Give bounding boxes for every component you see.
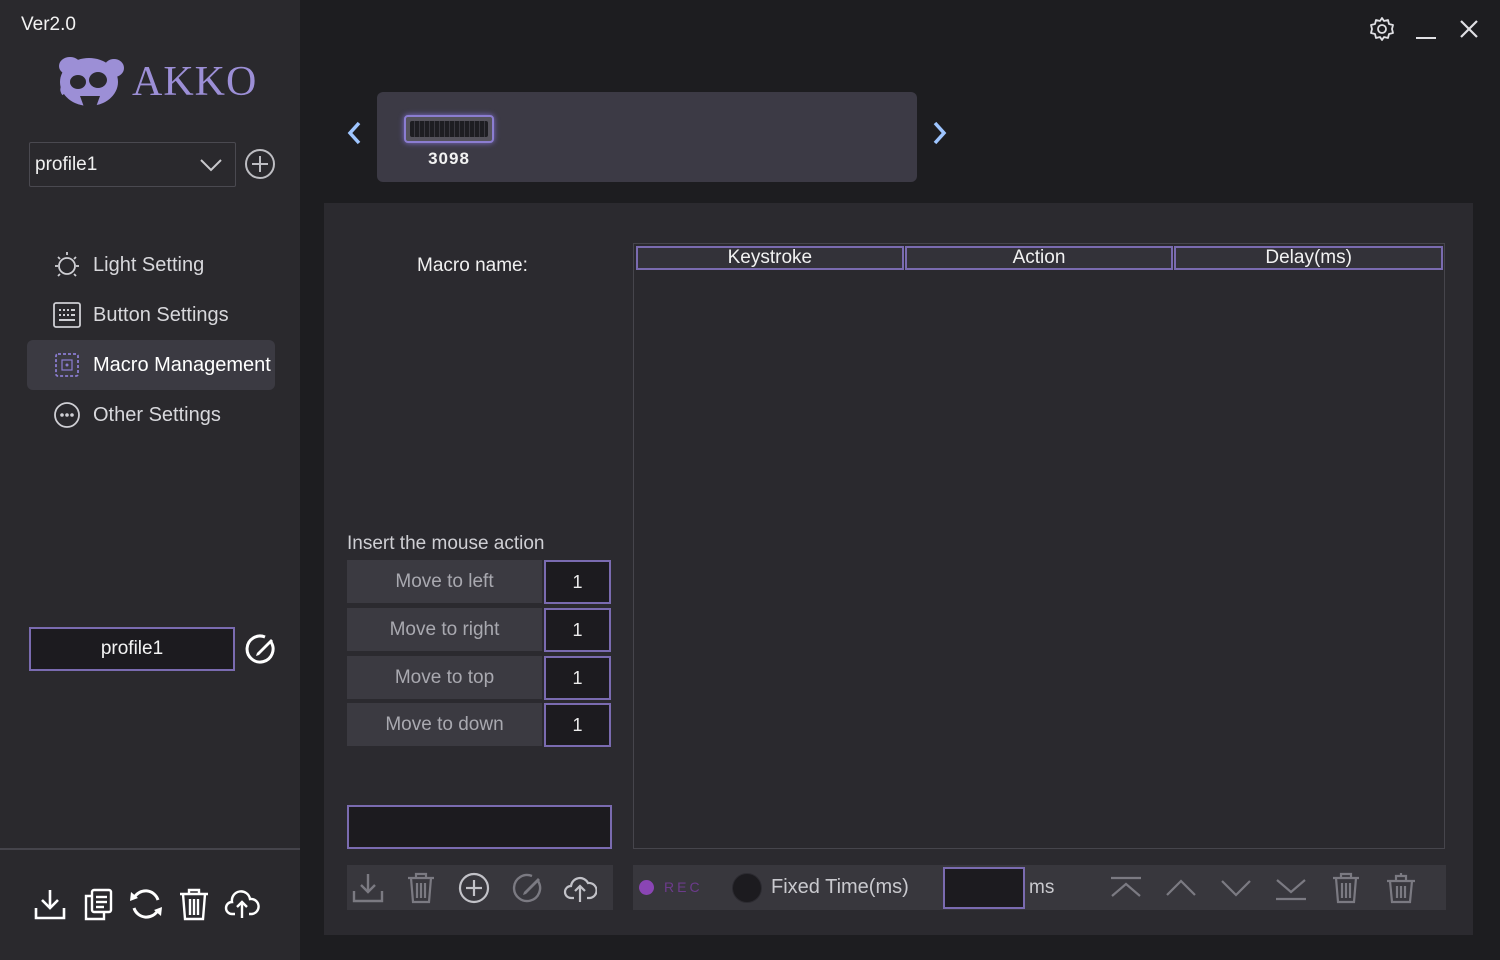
settings-gear-icon[interactable] [1367,14,1397,44]
move-right-button[interactable]: Move to right [347,608,542,651]
profile-dropdown[interactable]: profile1 [29,142,236,187]
profile-actions [30,884,270,924]
nav-item-light-setting[interactable]: Light Setting [27,240,275,290]
app-version: Ver2.0 [21,14,76,35]
skull-logo-icon [59,57,124,107]
move-right-value-input[interactable]: 1 [544,608,611,652]
logo-text: AKKO [132,59,258,105]
nav-item-other-settings[interactable]: Other Settings [27,390,275,440]
sidebar-nav: Light Setting Button Settings Macro Mana… [27,240,275,440]
sidebar: Ver2.0 AKKO profile1 Light Setting Butto… [0,0,300,960]
next-device-arrow-icon[interactable] [927,118,951,148]
sun-icon [52,250,82,280]
macro-name-label: Macro name: [417,255,528,276]
record-button[interactable]: REC [639,879,703,895]
add-profile-button[interactable] [244,148,276,180]
cloud-upload-icon[interactable] [222,884,262,924]
column-delay: Delay(ms) [1174,246,1444,270]
record-dot-icon [639,879,654,895]
download-icon[interactable] [30,884,70,924]
move-left-value-input[interactable]: 1 [544,560,611,604]
move-down-icon[interactable] [1218,871,1254,905]
chevron-down-icon [200,159,222,172]
copy-icon[interactable] [78,884,118,924]
record-label: REC [664,879,703,895]
column-action: Action [904,246,1174,270]
move-top-button[interactable]: Move to top [347,656,542,699]
move-to-top-icon[interactable] [1108,871,1144,905]
nav-item-button-settings[interactable]: Button Settings [27,290,275,340]
nav-label: Button Settings [93,303,229,326]
fixed-time-label: Fixed Time(ms) [771,876,909,898]
fixed-time-toggle[interactable] [732,873,762,903]
profile-dropdown-value: profile1 [35,154,98,175]
edit-macro-icon[interactable] [510,871,544,905]
fixed-time-input[interactable] [943,867,1025,909]
insert-mouse-action-label: Insert the mouse action [347,533,545,554]
macro-edit-toolbar: REC Fixed Time(ms) ms [633,865,1446,910]
keyboard-thumbnail [404,115,494,143]
nav-item-macro-management[interactable]: Macro Management [27,340,275,390]
previous-device-arrow-icon[interactable] [343,118,367,148]
clear-all-steps-icon[interactable] [1383,871,1419,905]
device-card[interactable]: 3098 [402,112,496,172]
edit-profile-button[interactable] [243,632,277,666]
move-down-value-input[interactable]: 1 [544,703,611,747]
device-carousel: 3098 [377,92,917,182]
step-order-controls [1108,871,1438,905]
move-top-value-input[interactable]: 1 [544,656,611,700]
column-keystroke: Keystroke [636,246,904,270]
move-down-button[interactable]: Move to down [347,703,542,746]
move-to-bottom-icon[interactable] [1273,871,1309,905]
nav-label: Other Settings [93,403,221,426]
more-icon [52,400,82,430]
move-left-button[interactable]: Move to left [347,560,542,603]
minimize-icon[interactable] [1411,14,1441,44]
delete-macro-icon[interactable] [404,871,438,905]
akko-logo: AKKO [56,52,256,112]
table-header: Keystroke Action Delay(ms) [636,246,1444,270]
move-left-row: Move to left 1 [347,560,612,604]
macro-list-toolbar [347,865,613,910]
macro-name-input[interactable] [347,805,612,849]
move-up-icon[interactable] [1163,871,1199,905]
move-right-row: Move to right 1 [347,608,612,652]
add-macro-icon[interactable] [457,871,491,905]
trash-icon[interactable] [174,884,214,924]
macro-steps-table: Keystroke Action Delay(ms) [633,243,1445,849]
move-down-row: Move to down 1 [347,703,612,747]
device-name: 3098 [428,149,470,168]
ms-unit-label: ms [1029,877,1055,898]
move-top-row: Move to top 1 [347,656,612,700]
macro-panel: Macro name: Insert the mouse action Move… [324,203,1473,935]
delete-step-icon[interactable] [1328,871,1364,905]
upload-macro-icon[interactable] [563,871,597,905]
import-macro-icon[interactable] [351,871,385,905]
nav-label: Light Setting [93,253,205,276]
chip-icon [52,350,82,380]
profile-name-field[interactable]: profile1 [29,627,235,671]
keyboard-icon [52,300,82,330]
close-icon[interactable] [1454,14,1484,44]
divider [0,848,300,850]
nav-label: Macro Management [93,353,271,376]
reset-icon[interactable] [126,884,166,924]
